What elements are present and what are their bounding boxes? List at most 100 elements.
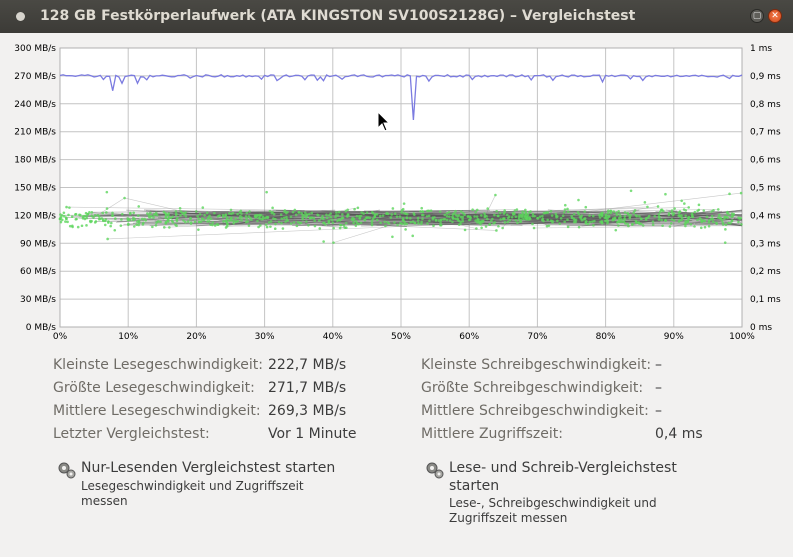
gears-icon [58, 462, 76, 479]
access-time-point [693, 225, 696, 228]
chart-svg: 0 MB/s 0 ms30 MB/s 0,1 ms60 MB/s 0,2 ms90 M… [14, 44, 781, 342]
access-time-point [667, 213, 671, 217]
access-time-point [156, 220, 160, 223]
access-time-point [723, 241, 727, 244]
access-time-point [409, 216, 412, 220]
access-time-point [85, 224, 88, 227]
access-time-point [426, 209, 429, 213]
access-time-point [256, 219, 259, 223]
access-time-point [354, 224, 358, 227]
access-time-point [294, 213, 298, 217]
access-time-point [164, 216, 167, 220]
avg-read-label: Mittlere Lesegeschwindigkeit: [53, 403, 261, 419]
last-benchmark-value: Vor 1 Minute [268, 426, 357, 442]
y-tick-label-left: 90 MB/s [20, 239, 56, 249]
access-time-point [346, 214, 349, 218]
access-time-point [391, 235, 394, 239]
access-time-point [135, 223, 138, 226]
access-time-point [339, 223, 342, 227]
access-time-point [365, 216, 368, 219]
y-tick-label-left: 240 MB/s [14, 100, 56, 110]
access-time-point [236, 212, 239, 216]
x-tick-label: 40% [323, 332, 343, 342]
access-time-point [282, 216, 286, 220]
access-time-point [236, 219, 240, 223]
start-read-benchmark-button[interactable]: Nur-Lesenden Vergleichstest starten Lese… [57, 460, 357, 510]
access-time-point [476, 218, 480, 221]
access-time-point [643, 201, 647, 204]
access-time-point [684, 224, 687, 228]
x-tick-label: 10% [118, 332, 138, 342]
start-read-write-benchmark-button[interactable]: Lese- und Schreib-Vergleichstest starten… [425, 460, 725, 528]
access-time-point [332, 226, 335, 230]
access-time-point [656, 205, 660, 208]
access-time-point [85, 216, 89, 220]
access-time-point [672, 219, 676, 222]
close-icon[interactable]: ✕ [768, 9, 782, 23]
access-time-point [175, 219, 179, 223]
access-time-point [387, 222, 391, 225]
access-time-point [351, 218, 355, 222]
access-time-point [59, 220, 63, 224]
max-write-label: Größte Schreibgeschwindigkeit: [421, 380, 644, 396]
access-time-point [577, 225, 581, 229]
access-time-point [515, 208, 519, 211]
access-time-point [420, 220, 423, 224]
access-time-point [486, 217, 489, 221]
access-time-point [716, 208, 720, 211]
access-time-point [403, 220, 406, 224]
access-time-point [357, 222, 360, 226]
access-time-point [164, 221, 168, 225]
access-time-point [301, 217, 305, 221]
access-time-point [240, 216, 244, 219]
access-time-point [493, 213, 496, 217]
access-time-point [211, 221, 215, 224]
x-tick-label: 60% [459, 332, 479, 342]
access-time-point [305, 214, 309, 217]
access-time-point [293, 208, 297, 212]
access-time-point [461, 220, 465, 223]
access-time-point [463, 228, 467, 232]
access-time-point [101, 211, 104, 215]
access-time-point [318, 219, 321, 222]
title-bar[interactable]: 128 GB Festkörperlaufwerk (ATA KINGSTON … [0, 0, 793, 33]
access-time-point [405, 222, 409, 226]
access-time-point [529, 210, 532, 213]
access-time-point [184, 220, 187, 224]
access-time-point [74, 212, 78, 216]
access-time-point [475, 227, 478, 230]
access-time-point [686, 216, 690, 220]
access-time-point [141, 223, 145, 226]
access-time-point [678, 210, 682, 213]
access-time-point [737, 216, 740, 219]
access-time-point [120, 212, 124, 216]
access-time-point [626, 222, 629, 226]
access-time-point [206, 220, 209, 223]
access-time-point [428, 219, 431, 223]
access-time-point [499, 218, 502, 221]
avg-write-value: – [655, 403, 662, 419]
access-time-point [420, 206, 424, 210]
maximize-icon[interactable]: ▢ [750, 9, 764, 23]
access-time-point [264, 223, 268, 226]
access-time-point [379, 221, 383, 225]
access-time-point [456, 215, 459, 218]
access-time-point [411, 234, 415, 238]
x-tick-label: 30% [255, 332, 275, 342]
access-time-point [271, 210, 274, 214]
access-time-point [322, 221, 325, 225]
access-time-point [632, 211, 636, 214]
access-time-point [604, 214, 608, 218]
access-time-point [417, 222, 420, 225]
access-time-point [133, 217, 137, 221]
access-time-point [106, 237, 109, 241]
access-time-point [438, 210, 442, 213]
access-time-point [473, 215, 476, 218]
access-time-point [93, 221, 97, 224]
access-time-point [307, 212, 311, 216]
access-time-point [97, 215, 101, 218]
access-time-point [720, 218, 724, 222]
start-rw-benchmark-desc-2: Zugriffszeit messen [449, 511, 568, 525]
window-menu-icon[interactable] [16, 12, 25, 21]
access-time-point [612, 210, 615, 213]
